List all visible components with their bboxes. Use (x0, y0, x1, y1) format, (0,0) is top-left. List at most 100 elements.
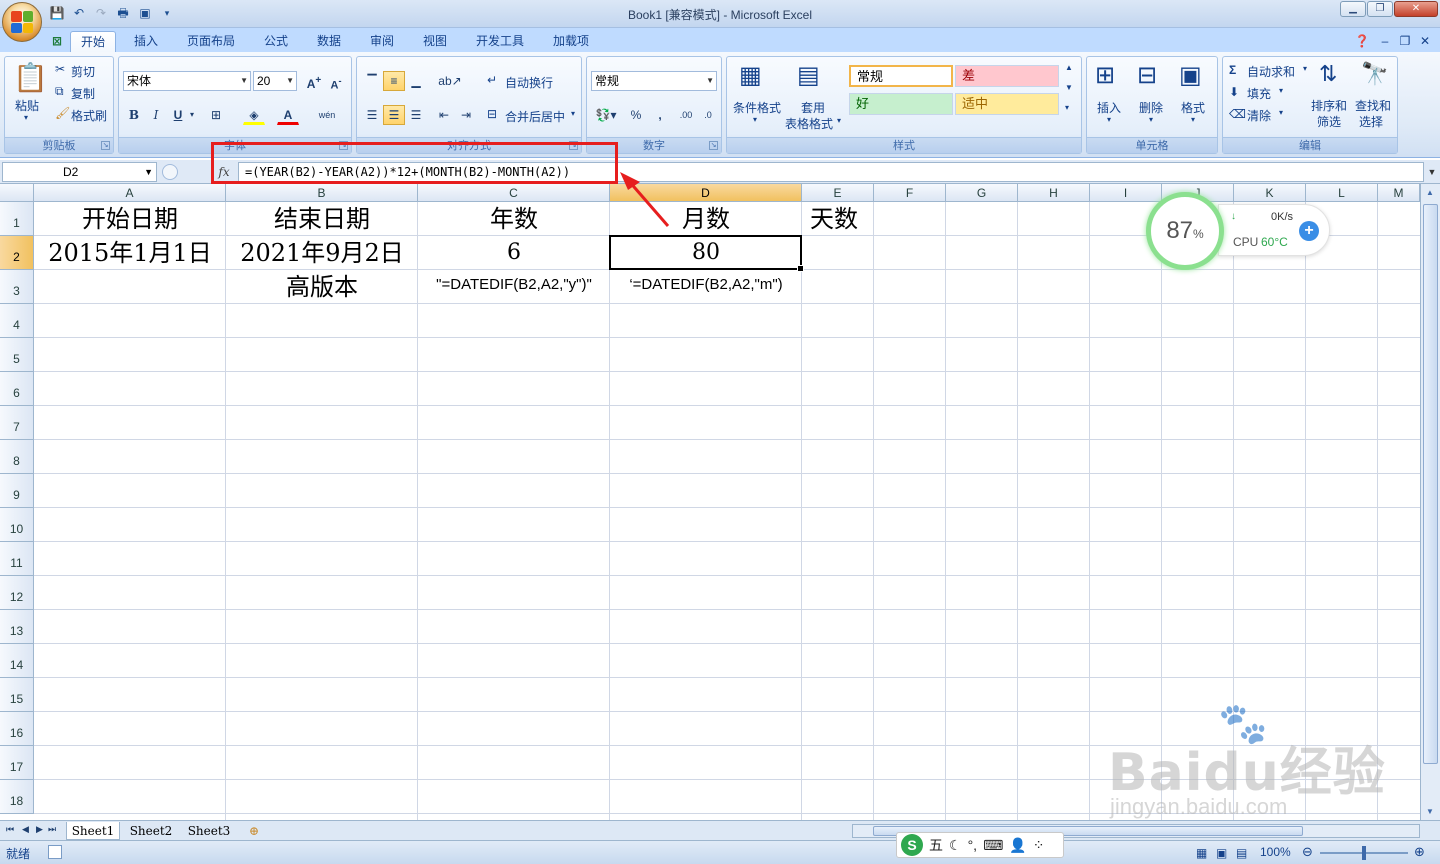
column-header-a[interactable]: A (34, 184, 226, 202)
autosum-icon[interactable]: Σ (1229, 63, 1236, 77)
row-header-7[interactable]: 7 (0, 406, 34, 440)
cut-button[interactable]: 剪切 (71, 63, 95, 80)
sort-filter-icon[interactable]: ⇅ (1319, 61, 1337, 87)
cell-a2[interactable]: 2015年1月1日 (34, 236, 226, 270)
conditional-dropdown-icon[interactable]: ▾ (753, 115, 757, 124)
macro-record-icon[interactable] (48, 845, 62, 859)
row-header-15[interactable]: 15 (0, 678, 34, 712)
vertical-scroll-thumb[interactable] (1423, 204, 1438, 764)
cell-b2[interactable]: 2021年9月2日 (226, 236, 418, 270)
paste-icon[interactable]: 📋 (13, 61, 48, 94)
sheet-tab-1[interactable]: Sheet1 (66, 822, 120, 840)
cell-c2[interactable]: 6 (418, 236, 610, 270)
insert-function-button[interactable]: fx (212, 162, 236, 182)
alignment-launcher-icon[interactable]: ↘ (569, 141, 578, 150)
column-header-g[interactable]: G (946, 184, 1018, 202)
row-header-18[interactable]: 18 (0, 780, 34, 814)
restore-button[interactable]: ❐ (1367, 1, 1393, 17)
zoom-slider-thumb[interactable] (1362, 846, 1366, 860)
camera-icon[interactable]: ▣ (136, 5, 154, 21)
decrease-decimal-button[interactable]: .0 (697, 105, 719, 125)
merge-center-icon[interactable]: ⊟ (487, 107, 497, 121)
paste-dropdown-icon[interactable]: ▾ (24, 113, 28, 122)
fill-dropdown-icon[interactable]: ▾ (1279, 86, 1283, 95)
vertical-scrollbar[interactable]: ▲ ▼ (1420, 184, 1440, 820)
column-header-b[interactable]: B (226, 184, 418, 202)
style-neutral[interactable]: 适中 (955, 93, 1059, 115)
row-header-4[interactable]: 4 (0, 304, 34, 338)
column-header-c[interactable]: C (418, 184, 610, 202)
underline-dropdown-icon[interactable]: ▾ (187, 105, 197, 125)
conditional-format-icon[interactable]: ▦ (739, 61, 762, 90)
row-header-6[interactable]: 6 (0, 372, 34, 406)
orientation-icon[interactable]: ab↗ (435, 71, 465, 91)
format-cells-button[interactable]: 格式 (1181, 99, 1205, 116)
font-launcher-icon[interactable]: ↘ (339, 141, 348, 150)
row-header-12[interactable]: 12 (0, 576, 34, 610)
user-icon[interactable]: 👤 (1009, 837, 1026, 854)
merge-dropdown-icon[interactable]: ▾ (571, 109, 575, 118)
style-normal[interactable]: 常规 (849, 65, 953, 87)
cell-b3[interactable]: 高版本 (226, 270, 418, 304)
add-icon[interactable]: + (1299, 221, 1319, 241)
tab-view[interactable]: 视图 (415, 31, 455, 52)
format-table-dropdown-icon[interactable]: ▾ (837, 116, 841, 125)
cpu-monitor-widget[interactable]: ↓ 0K/s CPU 60°C + 87% (1146, 192, 1330, 270)
zoom-out-icon[interactable]: ⊖ (1302, 844, 1313, 860)
zoom-level[interactable]: 100% (1260, 845, 1291, 859)
cell-e1[interactable]: 天数 (802, 202, 874, 236)
fill-icon[interactable]: ⬇ (1229, 85, 1239, 99)
row-header-11[interactable]: 11 (0, 542, 34, 576)
office-button[interactable] (2, 2, 42, 42)
align-middle-icon[interactable]: ≡ (383, 71, 405, 91)
column-header-f[interactable]: F (874, 184, 946, 202)
styles-more-icon[interactable]: ▾ (1065, 103, 1069, 112)
copy-button[interactable]: 复制 (71, 85, 95, 102)
cell-c1[interactable]: 年数 (418, 202, 610, 236)
increase-decimal-button[interactable]: .00 (675, 105, 697, 125)
tab-developer[interactable]: 开发工具 (468, 31, 532, 52)
autosum-button[interactable]: 自动求和 (1247, 63, 1295, 80)
save-icon[interactable]: 💾 (48, 5, 66, 21)
cancel-formula-icon[interactable] (162, 164, 178, 180)
help-icon[interactable]: ❓ (1354, 31, 1370, 52)
align-center-icon[interactable]: ☰ (383, 105, 405, 125)
expand-formula-bar-icon[interactable]: ▼ (1426, 162, 1438, 182)
align-bottom-icon[interactable]: ▁ (405, 71, 427, 91)
find-select-icon[interactable]: 🔭 (1361, 61, 1388, 87)
print-preview-icon[interactable]: 🖶 (114, 5, 132, 21)
delete-cells-icon[interactable]: ⊟ (1137, 61, 1157, 90)
style-good[interactable]: 好 (849, 93, 953, 115)
column-header-e[interactable]: E (802, 184, 874, 202)
page-layout-view-icon[interactable]: ▣ (1216, 846, 1227, 860)
format-cells-icon[interactable]: ▣ (1179, 61, 1202, 90)
cell-d1[interactable]: 月数 (610, 202, 802, 236)
find-select-line1[interactable]: 查找和 (1355, 97, 1391, 114)
formula-input[interactable]: =(YEAR(B2)-YEAR(A2))*12+(MONTH(B2)-MONTH… (238, 162, 1424, 182)
font-size-combo[interactable]: 20 ▼ (253, 71, 297, 91)
currency-icon[interactable]: 💱▾ (591, 105, 621, 125)
grid-icon[interactable]: ⁘ (1033, 837, 1045, 854)
row-header-14[interactable]: 14 (0, 644, 34, 678)
format-painter-icon[interactable]: 🖌 (55, 106, 70, 120)
column-header-m[interactable]: M (1378, 184, 1420, 202)
sheet-tab-2[interactable]: Sheet2 (124, 822, 178, 840)
styles-scroll-up-icon[interactable]: ▲ (1065, 63, 1073, 72)
next-sheet-icon[interactable]: ▶ (36, 824, 43, 835)
column-header-d[interactable]: D (610, 184, 802, 202)
row-header-3[interactable]: 3 (0, 270, 34, 304)
shrink-font-icon[interactable]: A- (325, 71, 347, 92)
ribbon-close-icon[interactable]: ✕ (1418, 31, 1432, 52)
select-all-corner[interactable] (0, 184, 34, 202)
conditional-format-button[interactable]: 条件格式 (733, 99, 781, 116)
wrap-text-button[interactable]: 自动换行 (505, 74, 553, 91)
tab-formulas[interactable]: 公式 (256, 31, 296, 52)
row-header-13[interactable]: 13 (0, 610, 34, 644)
styles-scroll-down-icon[interactable]: ▼ (1065, 83, 1073, 92)
font-name-combo[interactable]: 宋体 ▼ (123, 71, 251, 91)
fill-button[interactable]: 填充 (1247, 85, 1271, 102)
merge-center-button[interactable]: 合并后居中 (505, 108, 565, 125)
redo-icon[interactable]: ↷ (92, 5, 110, 21)
undo-icon[interactable]: ↶ (70, 5, 88, 21)
cell-a1[interactable]: 开始日期 (34, 202, 226, 236)
